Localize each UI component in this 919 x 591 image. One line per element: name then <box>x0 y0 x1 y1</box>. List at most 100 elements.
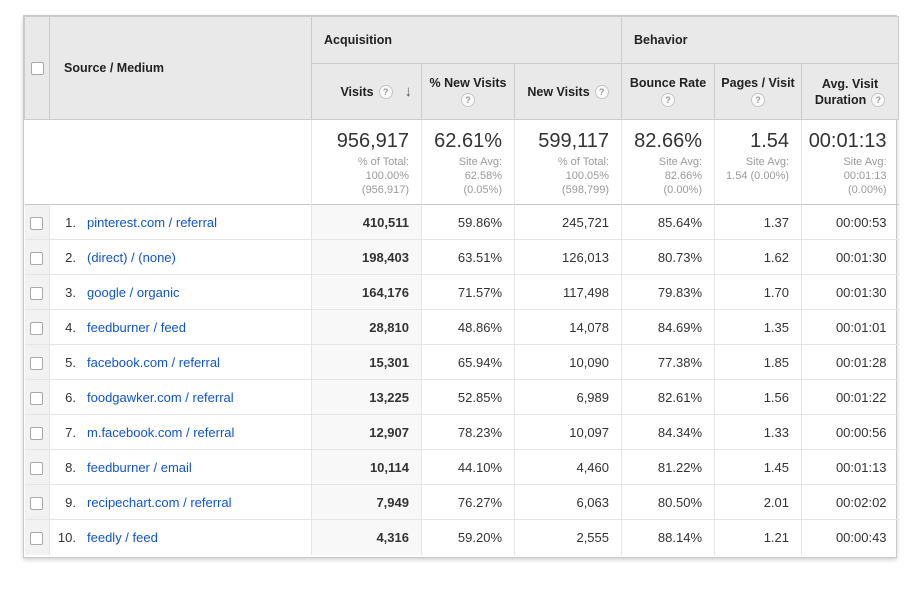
source-medium-link[interactable]: m.facebook.com / referral <box>87 425 234 440</box>
column-header-visits[interactable]: Visits ? ↓ <box>312 64 422 120</box>
help-icon[interactable]: ? <box>379 85 393 99</box>
source-medium-link[interactable]: facebook.com / referral <box>87 355 220 370</box>
row-checkbox[interactable] <box>30 462 43 475</box>
pct-new-visits-cell: 44.10% <box>422 450 515 485</box>
source-medium-link[interactable]: pinterest.com / referral <box>87 215 217 230</box>
bounce-rate-cell: 80.73% <box>622 240 715 275</box>
group-header-acquisition: Acquisition <box>312 17 622 64</box>
table-row: 7. m.facebook.com / referral 12,907 78.23… <box>25 415 899 450</box>
row-checkbox[interactable] <box>30 357 43 370</box>
source-medium-link[interactable]: feedburner / feed <box>87 320 186 335</box>
pct-new-visits-cell: 78.23% <box>422 415 515 450</box>
source-medium-link[interactable]: feedly / feed <box>87 530 158 545</box>
pct-new-visits-cell: 65.94% <box>422 345 515 380</box>
row-number: 8. <box>50 460 76 475</box>
help-icon[interactable]: ? <box>595 85 609 99</box>
new-visits-cell: 10,090 <box>515 345 622 380</box>
column-header-pages-visit[interactable]: Pages / Visit ? <box>715 64 802 120</box>
pages-visit-cell: 1.45 <box>715 450 802 485</box>
table-row: 1.pinterest.com / referral 410,511 59.86… <box>25 205 899 240</box>
row-checkbox[interactable] <box>30 217 43 230</box>
row-checkbox[interactable] <box>30 252 43 265</box>
avg-duration-cell: 00:01:30 <box>802 240 899 275</box>
row-checkbox[interactable] <box>30 392 43 405</box>
pages-visit-cell: 1.35 <box>715 310 802 345</box>
bounce-rate-cell: 77.38% <box>622 345 715 380</box>
new-visits-cell: 126,013 <box>515 240 622 275</box>
bounce-rate-cell: 81.22% <box>622 450 715 485</box>
row-checkbox[interactable] <box>30 427 43 440</box>
pages-visit-cell: 1.21 <box>715 520 802 555</box>
new-visits-cell: 6,989 <box>515 380 622 415</box>
new-visits-label: New Visits <box>527 85 589 99</box>
bounce-rate-cell: 84.34% <box>622 415 715 450</box>
sort-descending-icon[interactable]: ↓ <box>405 83 413 100</box>
new-visits-cell: 14,078 <box>515 310 622 345</box>
visits-cell: 13,225 <box>312 380 422 415</box>
select-all-checkbox[interactable] <box>31 62 44 75</box>
visits-cell: 12,907 <box>312 415 422 450</box>
help-icon[interactable]: ? <box>461 93 475 107</box>
pages-visit-cell: 1.62 <box>715 240 802 275</box>
duration-label: Duration <box>815 93 866 107</box>
pct-new-visits-cell: 59.86% <box>422 205 515 240</box>
visits-cell: 410,511 <box>312 205 422 240</box>
table-row: 10.feedly / feed 4,316 59.20% 2,555 88.1… <box>25 520 899 555</box>
row-checkbox[interactable] <box>30 532 43 545</box>
source-medium-link[interactable]: (direct) / (none) <box>87 250 176 265</box>
pct-new-visits-cell: 76.27% <box>422 485 515 520</box>
row-checkbox[interactable] <box>30 497 43 510</box>
pct-new-visits-cell: 63.51% <box>422 240 515 275</box>
help-icon[interactable]: ? <box>661 93 675 107</box>
column-header-new-visits[interactable]: New Visits ? <box>515 64 622 120</box>
bounce-rate-cell: 85.64% <box>622 205 715 240</box>
pct-new-visits-cell: 48.86% <box>422 310 515 345</box>
bounce-rate-cell: 82.61% <box>622 380 715 415</box>
pages-visit-cell: 1.70 <box>715 275 802 310</box>
visits-cell: 28,810 <box>312 310 422 345</box>
bounce-rate-cell: 80.50% <box>622 485 715 520</box>
help-icon[interactable]: ? <box>871 93 885 107</box>
table-row: 6.foodgawker.com / referral 13,225 52.85… <box>25 380 899 415</box>
source-medium-link[interactable]: feedburner / email <box>87 460 192 475</box>
avg-duration-cell: 00:02:02 <box>802 485 899 520</box>
new-visits-cell: 245,721 <box>515 205 622 240</box>
avg-duration-cell: 00:01:28 <box>802 345 899 380</box>
column-header-avg-visit-duration[interactable]: Avg. Visit Duration ? <box>802 64 899 120</box>
row-checkbox[interactable] <box>30 287 43 300</box>
new-visits-cell: 4,460 <box>515 450 622 485</box>
row-number: 10. <box>50 530 76 545</box>
source-medium-link[interactable]: recipechart.com / referral <box>87 495 232 510</box>
new-visits-cell: 117,498 <box>515 275 622 310</box>
totals-row: 956,917 % of Total: 100.00% (956,917) 62… <box>25 120 899 205</box>
source-medium-link[interactable]: google / organic <box>87 285 180 300</box>
avg-duration-cell: 00:01:01 <box>802 310 899 345</box>
totals-new-visits: 599,117 % of Total: 100.05% (598,799) <box>515 120 622 205</box>
bounce-rate-cell: 84.69% <box>622 310 715 345</box>
visits-cell: 15,301 <box>312 345 422 380</box>
row-number: 2. <box>50 250 76 265</box>
avg-duration-cell: 00:01:30 <box>802 275 899 310</box>
table-row: 4. feedburner / feed 28,810 48.86% 14,078… <box>25 310 899 345</box>
pct-new-visits-cell: 59.20% <box>422 520 515 555</box>
row-number: 7. <box>50 425 76 440</box>
table-row: 9.recipechart.com / referral 7,949 76.27… <box>25 485 899 520</box>
bounce-rate-cell: 79.83% <box>622 275 715 310</box>
column-header-bounce-rate[interactable]: Bounce Rate ? <box>622 64 715 120</box>
help-icon[interactable]: ? <box>751 93 765 107</box>
row-checkbox[interactable] <box>30 322 43 335</box>
avg-duration-cell: 00:00:43 <box>802 520 899 555</box>
avg-duration-cell: 00:01:22 <box>802 380 899 415</box>
column-header-source-medium[interactable]: Source / Medium <box>50 17 312 120</box>
table-row: 8.feedburner / email 10,114 44.10% 4,460… <box>25 450 899 485</box>
pages-visit-cell: 2.01 <box>715 485 802 520</box>
source-medium-link[interactable]: foodgawker.com / referral <box>87 390 234 405</box>
column-header-pct-new-visits[interactable]: % New Visits ? <box>422 64 515 120</box>
pages-visit-cell: 1.56 <box>715 380 802 415</box>
row-number: 6. <box>50 390 76 405</box>
avg-duration-cell: 00:00:56 <box>802 415 899 450</box>
avg-visit-label: Avg. Visit <box>822 77 878 91</box>
row-number: 4. <box>50 320 76 335</box>
analytics-table: Source / Medium Acquisition Behavior Vis… <box>23 15 897 558</box>
select-all-cell <box>25 17 50 120</box>
